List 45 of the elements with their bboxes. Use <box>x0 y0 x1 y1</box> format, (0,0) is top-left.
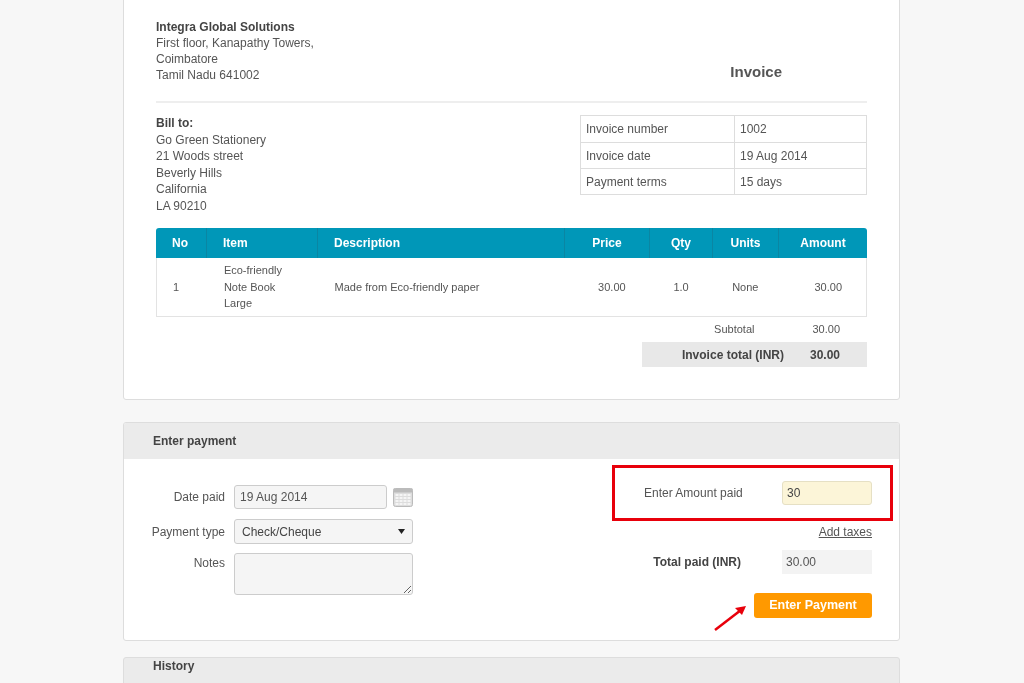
date-field[interactable]: 19 Aug 2014 <box>234 485 387 509</box>
invoice-title: Invoice <box>730 61 782 82</box>
payment-type-label: Payment type <box>150 523 225 541</box>
detail-value: 15 days <box>739 173 783 191</box>
company-address-line: Coimbatore <box>156 51 220 67</box>
panel-title: History <box>153 660 195 672</box>
amount-paid-label: Enter Amount paid <box>644 485 744 502</box>
table-cell-text: 1 <box>173 279 180 295</box>
date-paid-label: Date paid <box>172 489 225 506</box>
dropdown-caret-icon <box>398 529 405 534</box>
detail-label: Invoice number <box>581 116 735 142</box>
bill-to-line: Go Green Stationery <box>156 131 267 148</box>
bill-to-line: California <box>156 181 208 198</box>
add-taxes-link[interactable]: Add taxes <box>818 523 872 541</box>
table-cell-text: 30.00 <box>814 279 842 295</box>
detail-value: 1002 <box>739 121 767 138</box>
notes-field[interactable] <box>234 553 413 595</box>
total-paid-value: 30.00 <box>782 550 872 574</box>
panel-title: Enter payment <box>153 433 237 450</box>
subtotal-label: Subtotal <box>714 322 755 338</box>
company-address-line: First floor, Kanapathy Towers, <box>156 35 314 51</box>
subtotal-value: 30.00 <box>812 322 840 338</box>
amount-paid-field[interactable]: 30 <box>782 481 872 505</box>
table-cell-text: Made from Eco-friendly paper <box>334 279 480 295</box>
table-cell-text: None <box>732 279 759 295</box>
bill-to-line: LA 90210 <box>156 197 208 214</box>
table-cell-text: 1.0 <box>673 279 689 295</box>
detail-value: 19 Aug 2014 <box>739 147 808 165</box>
column-header: Amount <box>799 235 847 252</box>
company-address-line: Tamil Nadu 641002 <box>156 67 261 83</box>
detail-label: Payment terms <box>581 169 735 194</box>
invoice-total-value: 30.00 <box>809 346 840 364</box>
invoice-total-label: Invoice total (INR) <box>681 346 784 364</box>
payment-type-select[interactable]: Check/Cheque <box>234 519 413 544</box>
bill-to-line: Beverly Hills <box>156 164 223 181</box>
arrow-icon <box>714 605 747 631</box>
detail-label: Invoice date <box>581 143 735 168</box>
table-cell-text: 30.00 <box>598 279 626 295</box>
company-name: Integra Global Solutions <box>156 19 296 35</box>
calendar-icon[interactable] <box>393 487 413 507</box>
total-paid-label: Total paid (INR) <box>653 554 741 571</box>
notes-label: Notes <box>192 555 225 572</box>
bill-to-line: 21 Woods street <box>156 148 245 165</box>
table-cell-text: Eco-friendly Note Book Large <box>223 263 283 312</box>
bill-to-label: Bill to: <box>156 115 195 132</box>
